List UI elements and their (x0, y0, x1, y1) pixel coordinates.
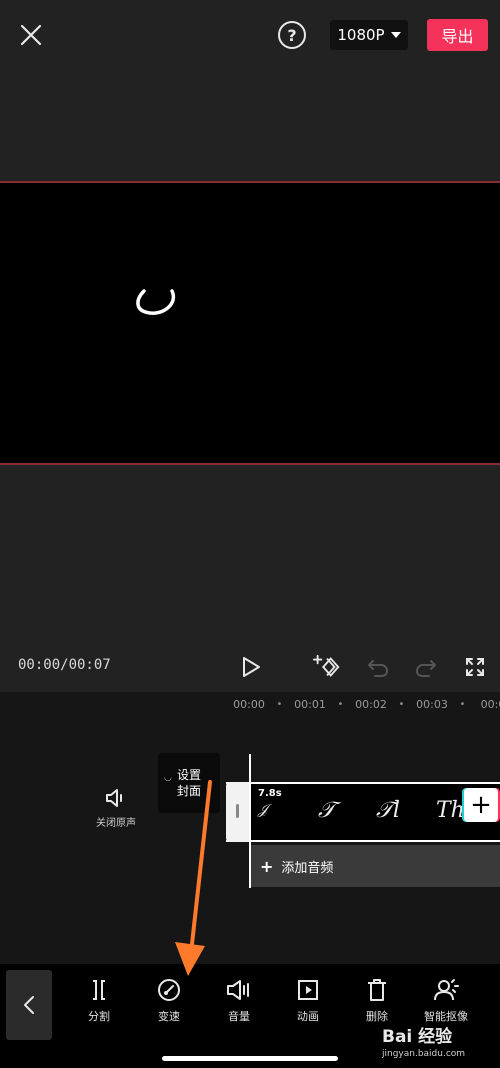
set-cover-button[interactable]: ◡ 设置封面 (158, 753, 220, 813)
tool-label: 动画 (297, 1010, 319, 1023)
back-button[interactable] (6, 970, 52, 1040)
clip-frame: 𝒯 (318, 798, 335, 823)
add-audio-label: 添加音频 (281, 860, 334, 876)
add-keyframe-button[interactable] (312, 652, 342, 682)
ruler-dot: • (398, 698, 405, 710)
ruler-tick: 00:00 (233, 697, 265, 711)
ruler-tick: 00:01 (294, 697, 326, 711)
add-audio-button[interactable]: + 添加音频 (250, 845, 500, 887)
play-button[interactable] (236, 652, 266, 682)
video-preview[interactable] (0, 181, 500, 465)
ruler-tick: 00:03 (416, 697, 448, 711)
tool-split[interactable]: 分割 (69, 978, 129, 1024)
redo-icon (416, 660, 436, 677)
ruler-tick: 00:0 (480, 697, 500, 711)
tool-label: 音量 (228, 1010, 250, 1023)
cover-thumbnail-icon: ◡ (164, 773, 172, 783)
clip-trim-handle[interactable] (226, 782, 250, 842)
ruler-dot: • (459, 698, 466, 710)
keyframe-icon (312, 654, 340, 677)
ruler-tick: 00:02 (355, 697, 387, 711)
help-icon: ? (287, 25, 297, 45)
set-cover-label: 设置封面 (176, 768, 201, 798)
speed-icon (158, 979, 180, 1001)
plus-icon: + (260, 856, 274, 876)
redo-button[interactable] (411, 652, 441, 682)
close-icon (20, 24, 42, 46)
add-clip-button[interactable]: + (464, 788, 498, 822)
clip-frame: 𝒥 (258, 802, 268, 818)
resolution-value: 1080P (337, 26, 385, 44)
tool-label: 变速 (158, 1010, 180, 1023)
caret-down-icon (390, 32, 401, 38)
watermark-url: jingyan.baidu.com (382, 1049, 466, 1059)
tool-animation[interactable]: 动画 (278, 978, 338, 1024)
split-icon (93, 980, 105, 1000)
fullscreen-button[interactable] (460, 652, 490, 682)
time-display: 00:00/00:07 (18, 657, 111, 673)
delete-icon (368, 979, 386, 1001)
help-button[interactable]: ? (278, 21, 306, 49)
fullscreen-icon (466, 658, 484, 676)
video-clip[interactable]: 7.8s 𝒥 𝒯 𝒯l The + (226, 782, 500, 842)
watermark-brand: Bai 经验 (382, 1027, 453, 1047)
clip-frame: 𝒯l (376, 798, 400, 823)
play-icon (243, 657, 260, 677)
mute-original-label: 关闭原声 (96, 818, 136, 829)
close-button[interactable] (14, 18, 48, 52)
export-label: 导出 (441, 27, 474, 46)
preview-glyph-icon (136, 289, 176, 315)
top-bar: ? 1080P 导出 (0, 0, 500, 70)
home-indicator[interactable] (162, 1056, 338, 1061)
watermark: Bai 经验 jingyan.baidu.com (382, 1022, 498, 1059)
speaker-icon (106, 789, 122, 807)
ruler-dot: • (337, 698, 344, 710)
playhead[interactable] (249, 754, 251, 888)
export-button[interactable]: 导出 (427, 19, 488, 51)
tool-smart-cutout[interactable]: 智能抠像 (416, 978, 476, 1024)
tool-delete[interactable]: 删除 (347, 978, 407, 1024)
clip-duration: 7.8s (258, 788, 282, 799)
ruler-dot: • (276, 698, 283, 710)
tool-label: 分割 (88, 1010, 110, 1023)
tool-speed[interactable]: 变速 (139, 978, 199, 1024)
volume-icon (227, 980, 249, 1000)
chevron-left-icon (24, 996, 34, 1014)
mute-original-button[interactable]: 关闭原声 (92, 788, 140, 829)
smart-cutout-icon (434, 979, 459, 1001)
playback-controls: 00:00/00:07 (0, 640, 500, 692)
time-ruler: 00:00 • 00:01 • 00:02 • 00:03 • 00:0 (230, 694, 500, 714)
resolution-select[interactable]: 1080P (330, 20, 408, 50)
undo-button[interactable] (363, 652, 393, 682)
tool-volume[interactable]: 音量 (209, 978, 269, 1024)
undo-icon (368, 660, 388, 677)
plus-icon: + (470, 790, 492, 820)
animation-icon (298, 980, 318, 1000)
